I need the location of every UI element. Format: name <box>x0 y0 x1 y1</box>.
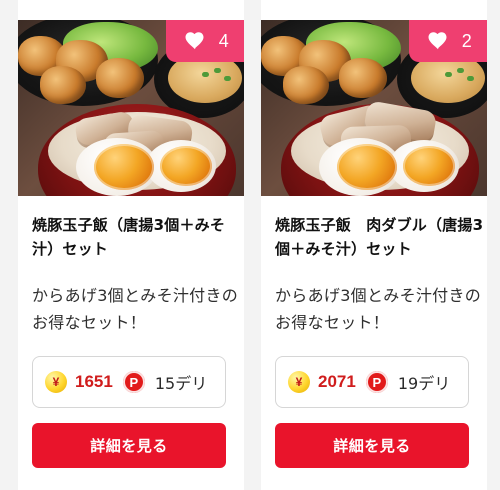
product-card[interactable]: 4 焼豚玉子飯（唐揚3個＋みそ汁）セット からあげ3個とみそ汁付きのお得なセット… <box>18 0 244 490</box>
point-icon: P <box>365 371 388 393</box>
product-description: からあげ3個とみそ汁付きのお得なセット！ <box>32 286 239 332</box>
view-details-button[interactable]: 詳細を見る <box>32 423 226 468</box>
price-box: ¥ 1651 P 15デリ <box>32 356 226 408</box>
yen-coin-icon: ¥ <box>288 371 310 393</box>
scallion <box>224 76 231 81</box>
heart-icon <box>428 32 448 50</box>
like-button[interactable]: 4 <box>166 20 244 62</box>
price-box: ¥ 2071 P 19デリ <box>275 356 469 408</box>
view-details-button[interactable]: 詳細を見る <box>275 423 469 468</box>
like-count: 4 <box>218 30 230 51</box>
point-icon: P <box>122 371 145 393</box>
points: 19デリ <box>397 374 451 393</box>
price: 2071 <box>318 372 356 391</box>
product-title[interactable]: 焼豚玉子飯（唐揚3個＋みそ汁）セット <box>32 213 242 261</box>
scallion <box>457 68 464 73</box>
heart-icon <box>185 32 205 50</box>
points: 15デリ <box>154 374 208 393</box>
karaage-piece <box>40 66 86 104</box>
like-count: 2 <box>461 30 473 51</box>
product-description: からあげ3個とみそ汁付きのお得なセット！ <box>275 286 482 332</box>
product-grid: 4 焼豚玉子飯（唐揚3個＋みそ汁）セット からあげ3個とみそ汁付きのお得なセット… <box>0 0 500 490</box>
product-title[interactable]: 焼豚玉子飯 肉ダブル（唐揚3個＋みそ汁）セット <box>275 213 485 261</box>
karaage-piece <box>339 58 387 98</box>
yen-coin-icon: ¥ <box>45 371 67 393</box>
egg-yolk <box>337 144 397 190</box>
price: 1651 <box>75 372 113 391</box>
egg-yolk <box>160 146 212 186</box>
scallion <box>445 72 452 77</box>
scallion <box>467 76 474 81</box>
scallion <box>214 68 221 73</box>
product-card[interactable]: 2 焼豚玉子飯 肉ダブル（唐揚3個＋みそ汁）セット からあげ3個とみそ汁付きのお… <box>261 0 487 490</box>
karaage-piece <box>96 58 144 98</box>
scallion <box>202 72 209 77</box>
egg-yolk <box>94 144 154 190</box>
karaage-piece <box>283 66 329 104</box>
egg-yolk <box>403 146 455 186</box>
like-button[interactable]: 2 <box>409 20 487 62</box>
